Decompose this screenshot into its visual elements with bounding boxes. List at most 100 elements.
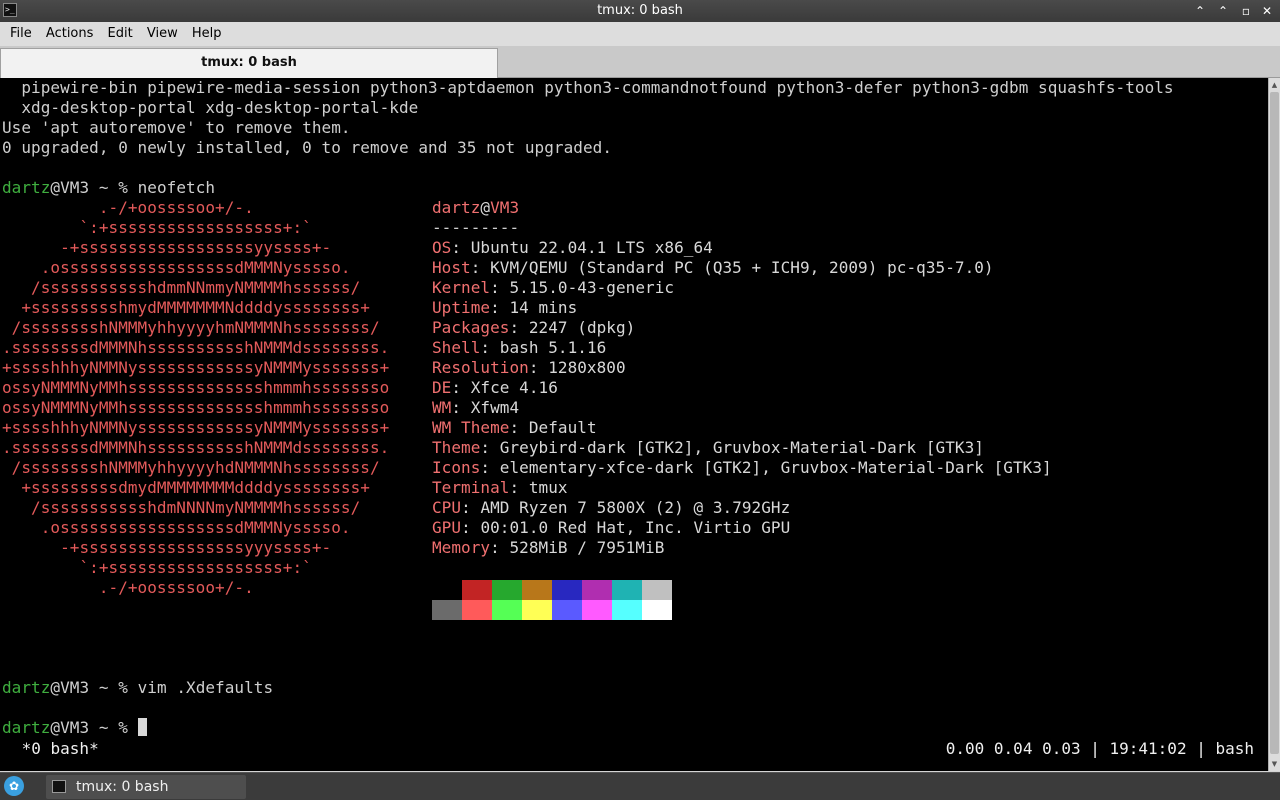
- menu-actions[interactable]: Actions: [36, 22, 94, 46]
- info-label: Packages: [432, 318, 510, 337]
- info-value: tmux: [528, 478, 568, 497]
- info-label: WM Theme: [432, 418, 510, 437]
- color-swatch: [642, 600, 672, 620]
- terminal-icon: [52, 780, 66, 793]
- info-colon: :: [480, 438, 500, 457]
- prompt-at: @: [50, 678, 61, 697]
- command-text: neofetch: [137, 178, 216, 197]
- info-value: Ubuntu 22.04.1 LTS x86_64: [470, 238, 713, 257]
- menu-view[interactable]: View: [137, 22, 178, 46]
- logo-line: -+ssssssssssssssssssyyssss+-: [2, 238, 332, 257]
- info-row: Uptime: 14 mins: [432, 298, 577, 318]
- prompt-at: @: [50, 178, 61, 197]
- window-titlebar[interactable]: >_ tmux: 0 bash ⌃ ⌃ ▫ ✕: [0, 0, 1280, 22]
- info-label: GPU: [432, 518, 462, 537]
- prompt-at: @: [50, 718, 61, 737]
- terminal-scrollbar[interactable]: ▲ ▼: [1268, 78, 1280, 771]
- info-value: bash 5.1.16: [499, 338, 607, 357]
- info-colon: :: [451, 398, 471, 417]
- prompt-suffix: ~ %: [89, 178, 138, 197]
- info-row: Resolution: 1280x800: [432, 358, 626, 378]
- info-value: Xfce 4.16: [470, 378, 558, 397]
- neofetch-host: VM3: [490, 198, 520, 217]
- info-colon: :: [509, 418, 529, 437]
- text-cursor: [137, 718, 147, 736]
- logo-line: `:+ssssssssssssssssss+:`: [2, 218, 312, 237]
- menu-bar: File Actions Edit View Help: [0, 22, 1280, 46]
- info-value: Greybird-dark [GTK2], Gruvbox-Material-D…: [499, 438, 984, 457]
- info-value: 14 mins: [509, 298, 578, 317]
- tab-tmux-bash[interactable]: tmux: 0 bash: [0, 48, 498, 78]
- menu-file[interactable]: File: [0, 22, 32, 46]
- info-colon: :: [461, 498, 481, 517]
- command-text: vim .Xdefaults: [137, 678, 274, 697]
- info-row: Theme: Greybird-dark [GTK2], Gruvbox-Mat…: [432, 438, 984, 458]
- scrollbar-thumb[interactable]: [1270, 92, 1279, 754]
- scroll-up-icon[interactable]: ▲: [1269, 79, 1280, 91]
- logo-line: .ssssssssdMMMNhsssssssssshNMMMdssssssss.: [2, 438, 390, 457]
- info-colon: :: [490, 538, 510, 557]
- info-colon: :: [528, 358, 549, 377]
- info-value: AMD Ryzen 7 5800X (2) @ 3.792GHz: [480, 498, 791, 517]
- color-swatch: [522, 600, 552, 620]
- prompt-user: dartz: [2, 178, 51, 197]
- logo-line: +sssshhhyNMMNyssssssssssssyNMMMysssssss+: [2, 418, 390, 437]
- info-value: 528MiB / 7951MiB: [509, 538, 665, 557]
- info-row: Icons: elementary-xfce-dark [GTK2], Gruv…: [432, 458, 1052, 478]
- menu-edit[interactable]: Edit: [98, 22, 133, 46]
- logo-line: +ssssssssshmydMMMMMMMNddddyssssssss+: [2, 298, 370, 317]
- neofetch-user: dartz: [432, 198, 481, 217]
- prompt-host: VM3: [60, 718, 90, 737]
- close-icon[interactable]: ✕: [1259, 3, 1275, 19]
- color-swatch: [462, 600, 492, 620]
- restore-icon[interactable]: ▫: [1238, 3, 1254, 19]
- info-row: WM Theme: Default: [432, 418, 597, 438]
- info-label: Uptime: [432, 298, 491, 317]
- logo-line: .-/+oossssoo+/-.: [2, 198, 254, 217]
- info-row: Terminal: tmux: [432, 478, 568, 498]
- info-row: DE: Xfce 4.16: [432, 378, 558, 398]
- whisker-menu-icon[interactable]: ✿: [4, 776, 24, 796]
- info-colon: :: [490, 298, 510, 317]
- info-row: Memory: 528MiB / 7951MiB: [432, 538, 664, 558]
- logo-line: /sssssssshNMMMyhhyyyyhdNMMMNhssssssss/: [2, 458, 380, 477]
- info-colon: :: [480, 338, 500, 357]
- tmux-window-list[interactable]: *0 bash*: [12, 739, 99, 759]
- minimize-icon[interactable]: ⌃: [1192, 3, 1208, 19]
- logo-line: .ssssssssdMMMNhsssssssssshNMMMdssssssss.: [2, 338, 390, 357]
- output-line: pipewire-bin pipewire-media-session pyth…: [2, 78, 1174, 97]
- info-row: GPU: 00:01.0 Red Hat, Inc. Virtio GPU: [432, 518, 790, 538]
- prompt-line: dartz@VM3 ~ % vim .Xdefaults: [2, 678, 273, 698]
- info-label: OS: [432, 238, 452, 257]
- info-colon: :: [451, 238, 471, 257]
- prompt-suffix: ~ %: [89, 718, 138, 737]
- tab-bar: tmux: 0 bash: [0, 46, 1280, 78]
- color-swatch: [492, 580, 522, 600]
- terminal-area[interactable]: pipewire-bin pipewire-media-session pyth…: [0, 78, 1268, 771]
- info-colon: :: [480, 458, 500, 477]
- info-label: CPU: [432, 498, 462, 517]
- maximize-icon[interactable]: ⌃: [1215, 3, 1231, 19]
- info-label: Kernel: [432, 278, 491, 297]
- info-colon: :: [490, 278, 510, 297]
- logo-line: +sssssssssdmydMMMMMMMMddddyssssssss+: [2, 478, 370, 497]
- prompt-line-current: dartz@VM3 ~ %: [2, 718, 147, 738]
- tmux-status-right: 0.00 0.04 0.03 | 19:41:02 | bash: [945, 739, 1254, 758]
- logo-line: ossyNMMMNyMMhsssssssssssssshmmmhssssssso: [2, 398, 390, 417]
- menu-help[interactable]: Help: [182, 22, 222, 46]
- color-swatch: [552, 600, 582, 620]
- info-label: Icons: [432, 458, 481, 477]
- prompt-host: VM3: [60, 178, 90, 197]
- prompt-host: VM3: [60, 678, 90, 697]
- color-swatch: [462, 580, 492, 600]
- info-colon: :: [461, 518, 481, 537]
- scroll-down-icon[interactable]: ▼: [1269, 758, 1280, 770]
- color-swatch: [642, 580, 672, 600]
- color-swatch: [552, 580, 582, 600]
- taskbar-window-label: tmux: 0 bash: [76, 779, 169, 795]
- info-row: OS: Ubuntu 22.04.1 LTS x86_64: [432, 238, 713, 258]
- prompt-line: dartz@VM3 ~ % neofetch: [2, 178, 215, 198]
- info-value: 00:01.0 Red Hat, Inc. Virtio GPU: [480, 518, 791, 537]
- info-row: WM: Xfwm4: [432, 398, 519, 418]
- taskbar-window-button[interactable]: tmux: 0 bash: [46, 775, 246, 799]
